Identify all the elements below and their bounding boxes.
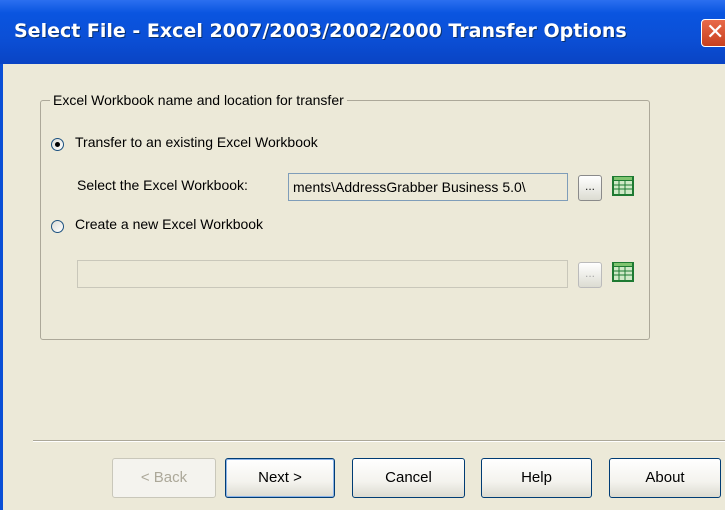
window-title: Select File - Excel 2007/2003/2002/2000 … <box>14 20 627 42</box>
new-workbook-radio[interactable] <box>51 220 64 233</box>
new-workbook-path-field[interactable] <box>77 260 568 288</box>
close-icon: ✕ <box>706 20 725 45</box>
new-workbook-label[interactable]: Create a new Excel Workbook <box>75 216 263 232</box>
existing-browse-button[interactable]: ... <box>578 175 602 201</box>
help-button[interactable]: Help <box>481 458 592 498</box>
next-button[interactable]: Next > <box>225 458 335 498</box>
button-separator <box>33 440 725 442</box>
existing-workbook-label[interactable]: Transfer to an existing Excel Workbook <box>75 134 318 150</box>
excel-workbook-icon[interactable] <box>612 176 634 196</box>
select-workbook-label: Select the Excel Workbook: <box>77 177 248 193</box>
group-title: Excel Workbook name and location for tra… <box>50 92 347 108</box>
close-button[interactable]: ✕ <box>701 19 725 47</box>
existing-workbook-radio[interactable] <box>51 138 64 151</box>
excel-workbook-icon[interactable] <box>612 262 634 282</box>
radio-selected-dot <box>55 142 60 147</box>
back-button[interactable]: < Back <box>112 458 216 498</box>
window-left-border <box>0 64 3 510</box>
existing-workbook-path-field[interactable]: ments\AddressGrabber Business 5.0\ <box>288 173 568 201</box>
new-browse-button[interactable]: ... <box>578 262 602 288</box>
title-bar: Select File - Excel 2007/2003/2002/2000 … <box>0 0 725 64</box>
cancel-button[interactable]: Cancel <box>352 458 465 498</box>
about-button[interactable]: About <box>609 458 721 498</box>
